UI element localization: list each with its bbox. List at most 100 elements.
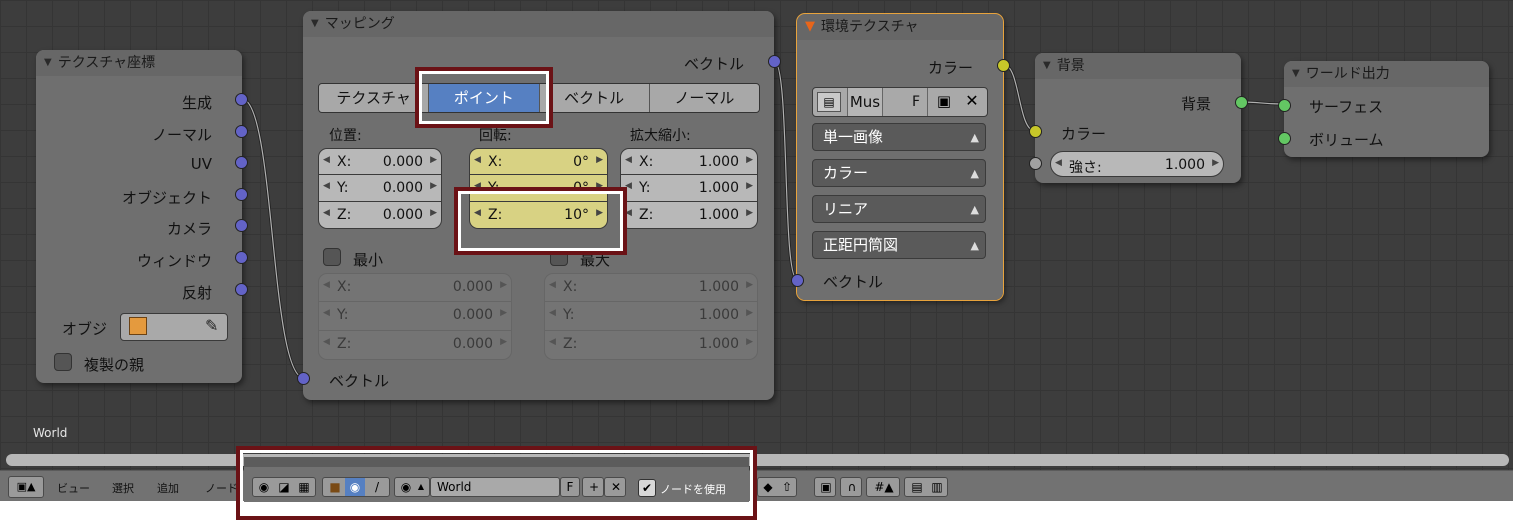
arrow-left-icon[interactable]: ◀ [549,337,556,347]
socket-vector-in[interactable] [297,372,310,385]
arrow-left-icon[interactable]: ◀ [323,308,330,318]
mode-normal-button[interactable]: ノーマル [649,84,759,112]
arrow-left-icon[interactable]: ◀ [323,337,330,347]
copy-icon[interactable]: ▤ [907,478,927,496]
scale-y-field[interactable]: ◀ Y: 1.000 ▶ [620,175,758,202]
socket-window[interactable] [235,251,248,264]
arrow-right-icon[interactable]: ▶ [1212,158,1219,168]
node-editor-canvas[interactable]: ▼ テクスチャ座標 生成 ノーマル UV オブジェクト カメラ ウィンドウ 反射 … [0,0,1513,470]
arrow-left-icon[interactable]: ◀ [323,280,330,290]
interpolation-dropdown[interactable]: リニア ▲ [812,195,986,223]
rotation-x-field[interactable]: ◀ X: 0° ▶ [469,148,608,175]
image-browse-icon[interactable]: ▤ [817,92,841,112]
min-checkbox[interactable] [323,248,341,266]
arrow-right-icon[interactable]: ▶ [746,181,753,191]
strength-field[interactable]: ◀ 強さ: 1.000 ▶ [1050,151,1224,177]
projection-dropdown[interactable]: 正距円筒図 ▲ [812,231,986,259]
node-header[interactable]: ▼ ワールド出力 [1284,61,1489,87]
arrow-right-icon[interactable]: ▶ [596,155,603,165]
scale-x-field[interactable]: ◀ X: 1.000 ▶ [620,148,758,175]
collapse-triangle-icon[interactable]: ▼ [311,11,319,37]
color-space-dropdown[interactable]: カラー ▲ [812,159,986,187]
arrow-right-icon[interactable]: ▶ [746,155,753,165]
snap-button[interactable]: ∩ [840,477,862,497]
socket-background-out[interactable] [1235,96,1248,109]
location-x-field[interactable]: ◀ X: 0.000 ▶ [318,148,442,175]
dupli-checkbox[interactable] [54,353,72,371]
arrow-left-icon[interactable]: ◀ [549,308,556,318]
collapse-triangle-icon[interactable]: ▼ [1292,61,1300,87]
arrow-right-icon[interactable]: ▶ [746,280,753,290]
paste-icon[interactable]: ▥ [927,478,947,496]
open-image-icon[interactable]: ▣ [933,92,955,112]
collapse-triangle-icon[interactable]: ▼ [805,14,815,40]
arrow-right-icon[interactable]: ▶ [746,337,753,347]
menu-add[interactable]: 追加 [157,480,179,496]
go-parent-icon[interactable]: ◆ [759,478,777,496]
menu-node[interactable]: ノード [205,480,238,496]
editor-type-icon[interactable]: ▣▲ [8,476,44,498]
socket-color-in[interactable] [1029,125,1042,138]
world-output-node[interactable]: ▼ ワールド出力 サーフェス ボリューム [1278,61,1489,157]
arrow-left-icon[interactable]: ◀ [474,155,481,165]
fake-user-button[interactable]: F [905,88,928,116]
max-y-field[interactable]: ◀ Y: 1.000 ▶ [544,302,758,331]
arrow-right-icon[interactable]: ▶ [500,337,507,347]
socket-object[interactable] [235,188,248,201]
mode-vector-button[interactable]: ベクトル [539,84,650,112]
socket-surface-in[interactable] [1278,99,1291,112]
environment-texture-node[interactable]: ▼ 環境テクスチャ カラー ▤ Mus F ▣ ✕ 単一画像 ▲ カラー ▲ リニア ▲… [791,13,1010,301]
socket-color-out[interactable] [997,59,1010,72]
socket-reflection[interactable] [235,283,248,296]
location-y-field[interactable]: ◀ Y: 0.000 ▶ [318,175,442,202]
arrow-right-icon[interactable]: ▶ [430,208,437,218]
node-header[interactable]: ▼ マッピング [303,11,774,37]
arrow-left-icon[interactable]: ◀ [323,155,330,165]
unlink-icon[interactable]: ✕ [961,92,983,112]
arrow-right-icon[interactable]: ▶ [500,280,507,290]
arrow-up-icon[interactable]: ⇧ [778,478,796,496]
snap-element-dropdown[interactable]: #▲ [866,477,900,497]
max-x-field[interactable]: ◀ X: 1.000 ▶ [544,273,758,302]
collapse-triangle-icon[interactable]: ▼ [44,50,52,76]
socket-vector-out[interactable] [768,55,781,68]
arrow-right-icon[interactable]: ▶ [746,308,753,318]
backdrop-button[interactable]: ▣ [814,477,836,497]
arrow-right-icon[interactable]: ▶ [430,155,437,165]
background-node[interactable]: ▼ 背景 背景 カラー ◀ 強さ: 1.000 ▶ [1029,53,1248,183]
arrow-right-icon[interactable]: ▶ [430,181,437,191]
min-y-field[interactable]: ◀ Y: 0.000 ▶ [318,302,512,331]
arrow-right-icon[interactable]: ▶ [746,208,753,218]
arrow-left-icon[interactable]: ◀ [549,280,556,290]
node-header[interactable]: ▼ 背景 [1035,53,1241,79]
menu-select[interactable]: 選択 [112,480,134,496]
mode-texture-button[interactable]: テクスチャ [319,84,430,112]
node-header[interactable]: ▼ 環境テクスチャ [797,14,1003,40]
socket-generated[interactable] [235,93,248,106]
image-name-field[interactable]: Mus [847,88,883,116]
socket-uv[interactable] [235,156,248,169]
arrow-left-icon[interactable]: ◀ [1055,158,1062,168]
eyedropper-icon[interactable]: ✎ [205,316,218,335]
arrow-left-icon[interactable]: ◀ [323,181,330,191]
arrow-left-icon[interactable]: ◀ [625,155,632,165]
horizontal-scrollbar[interactable] [6,454,1509,466]
collapse-triangle-icon[interactable]: ▼ [1043,53,1051,79]
socket-volume-in[interactable] [1278,132,1291,145]
min-x-field[interactable]: ◀ X: 0.000 ▶ [318,273,512,302]
menu-view[interactable]: ビュー [57,480,90,496]
socket-vector-in[interactable] [791,274,804,287]
location-z-field[interactable]: ◀ Z: 0.000 ▶ [318,202,442,229]
arrow-left-icon[interactable]: ◀ [323,208,330,218]
socket-normal[interactable] [235,125,248,138]
socket-strength-in[interactable] [1029,157,1042,170]
source-dropdown[interactable]: 単一画像 ▲ [812,123,986,151]
max-z-field[interactable]: ◀ Z: 1.000 ▶ [544,331,758,360]
texture-coordinate-node[interactable]: ▼ テクスチャ座標 生成 ノーマル UV オブジェクト カメラ ウィンドウ 反射 … [36,50,248,383]
scale-z-field[interactable]: ◀ Z: 1.000 ▶ [620,202,758,229]
min-z-field[interactable]: ◀ Z: 0.000 ▶ [318,331,512,360]
arrow-right-icon[interactable]: ▶ [500,308,507,318]
object-picker[interactable]: ✎ [120,313,228,341]
node-header[interactable]: ▼ テクスチャ座標 [36,50,242,76]
socket-camera[interactable] [235,219,248,232]
